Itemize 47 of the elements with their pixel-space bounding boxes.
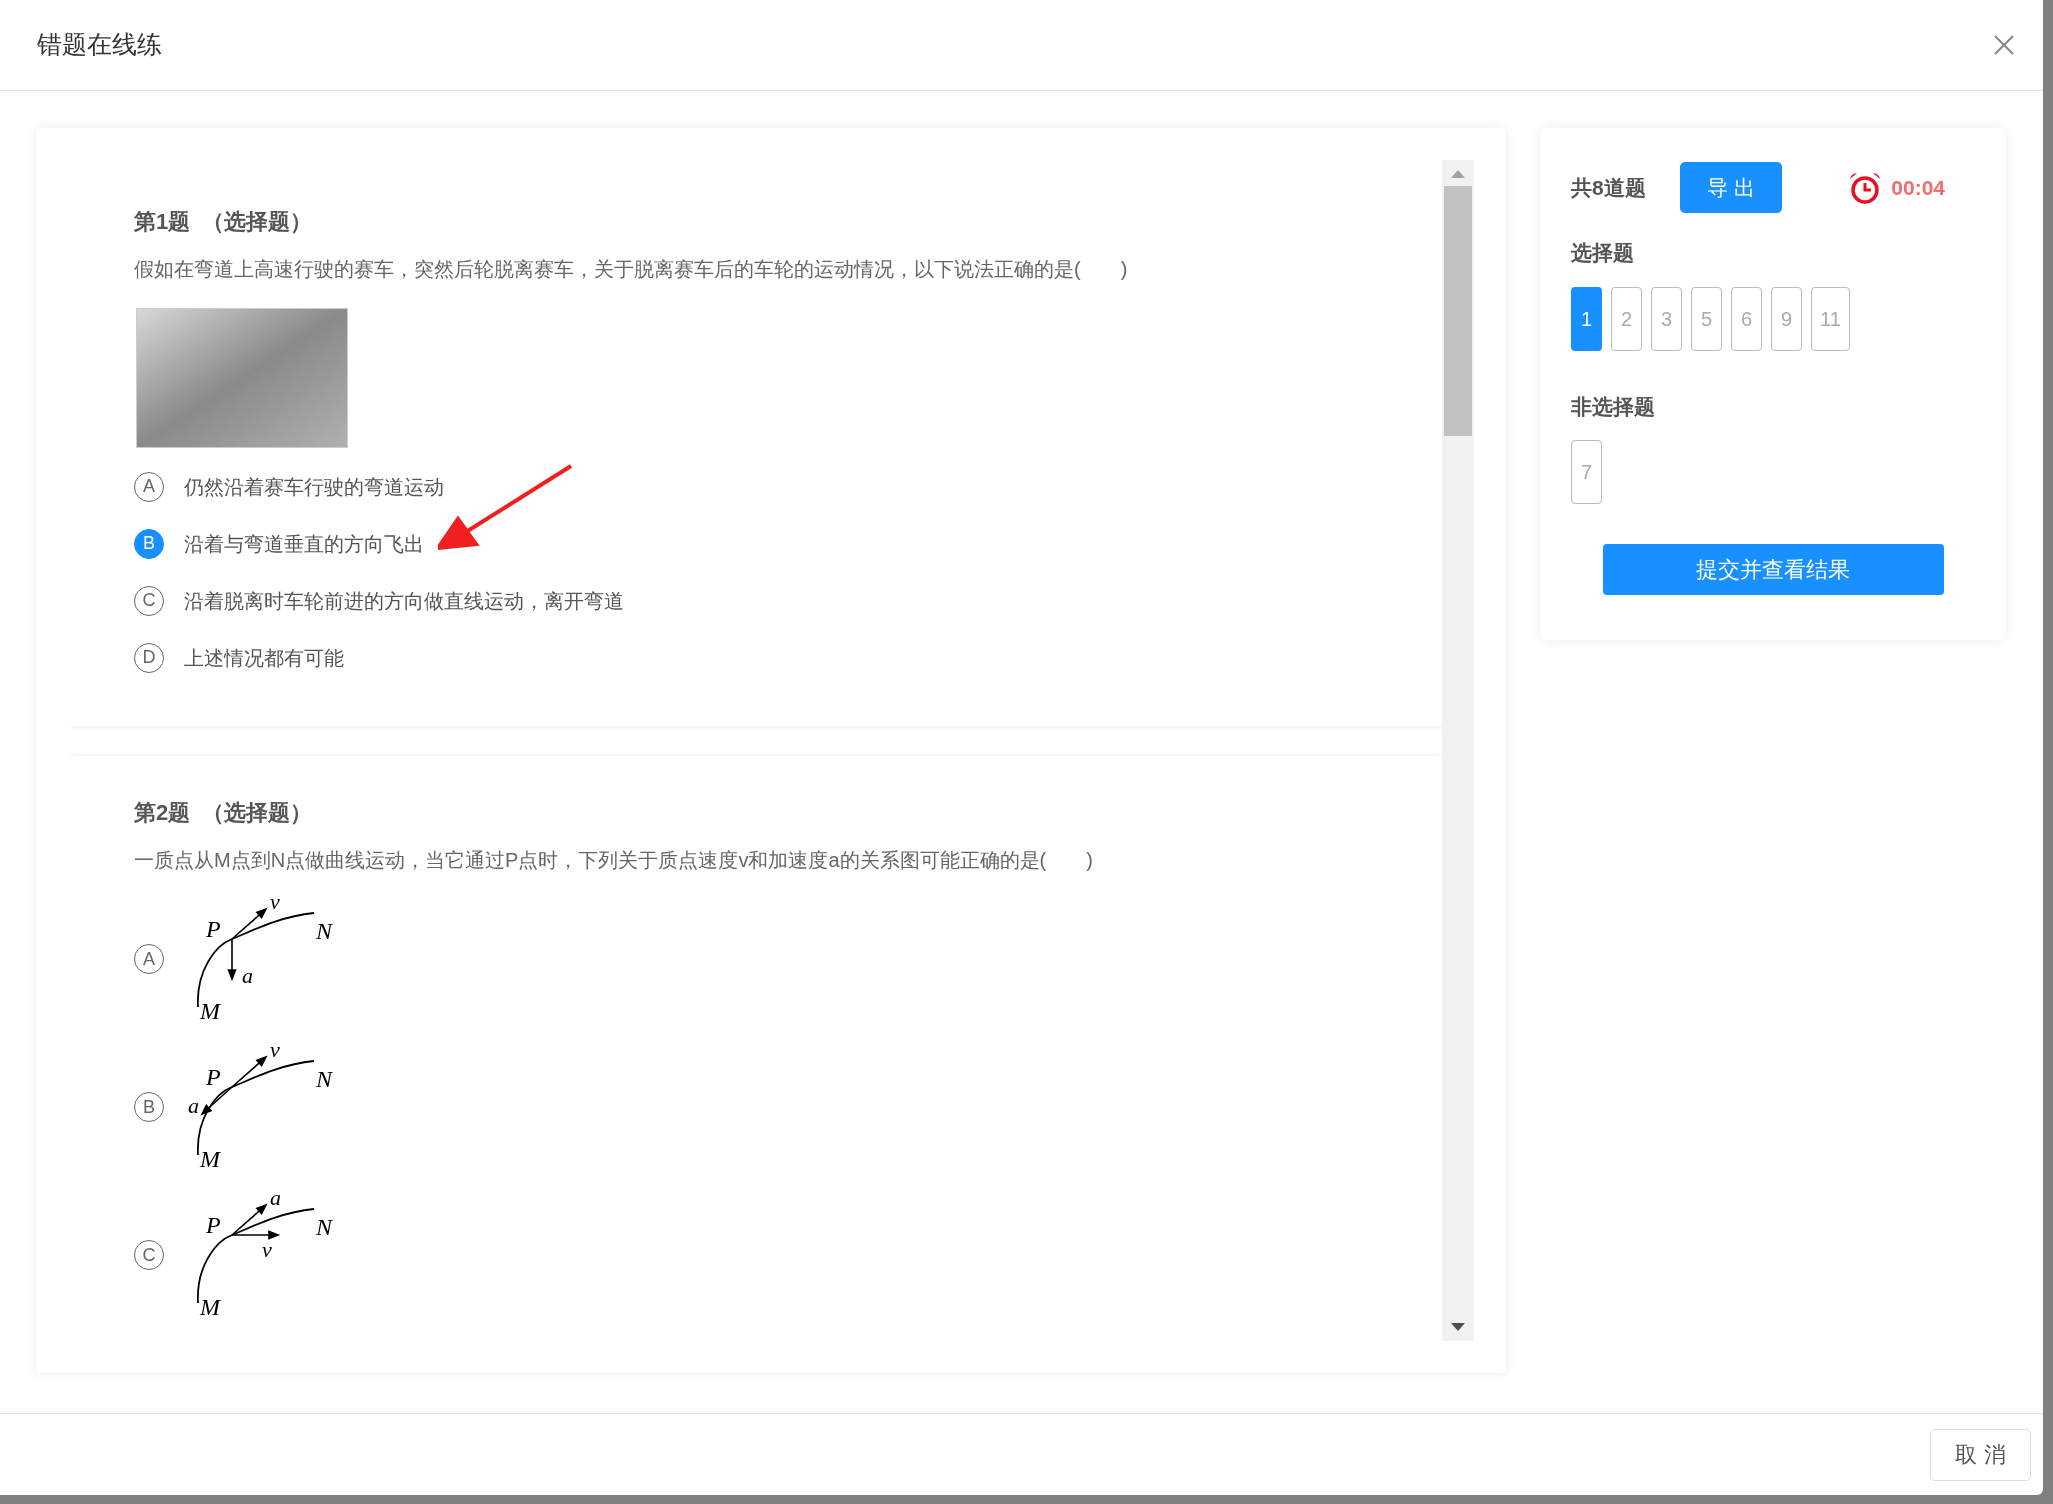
option-text: 沿着脱离时车轮前进的方向做直线运动，离开弯道: [184, 588, 624, 614]
point-label: M: [200, 998, 220, 1023]
vector-arrow: [231, 1056, 267, 1088]
question-number-button[interactable]: 1: [1571, 286, 1602, 351]
point-label: P: [206, 916, 221, 942]
option-text: 仍然沿着赛车行驶的弯道运动: [184, 474, 444, 500]
close-icon[interactable]: [1993, 34, 2015, 56]
vector-label: v: [262, 1237, 272, 1262]
answer-option[interactable]: C 沿着脱离时车轮前进的方向做直线运动，离开弯道: [134, 572, 1442, 629]
point-label: N: [316, 1066, 332, 1092]
vector-label: a: [188, 1093, 199, 1118]
point-label: P: [206, 1212, 221, 1238]
vector-label: a: [242, 963, 253, 988]
answer-option[interactable]: C P N M a v: [134, 1181, 1442, 1329]
answer-option[interactable]: D 上述情况都有可能: [134, 629, 1442, 686]
question-title: 第1题 （选择题）: [134, 208, 314, 236]
scroll-down-icon[interactable]: [1451, 1323, 1465, 1331]
vector-arrow: [201, 1086, 233, 1115]
option-text: 沿着与弯道垂直的方向飞出: [184, 531, 424, 557]
point-label: M: [200, 1146, 220, 1171]
timer: 00:04: [1891, 174, 1945, 201]
point-label: N: [316, 918, 332, 944]
vector-label: v: [270, 895, 280, 914]
dialog-title: 错题在线练: [37, 29, 162, 61]
option-text: 上述情况都有可能: [184, 645, 344, 671]
group-title: 非选择题: [1571, 393, 1656, 420]
submit-button[interactable]: 提交并查看结果: [1602, 544, 1944, 595]
point-label: M: [200, 1294, 220, 1319]
question-title: 第2题 （选择题）: [134, 799, 314, 827]
option-letter[interactable]: B: [134, 528, 164, 559]
answer-option[interactable]: B P N M v a: [134, 1033, 1442, 1181]
scrollbar[interactable]: [1442, 160, 1474, 1341]
point-label: P: [206, 1064, 221, 1090]
answer-option[interactable]: A 仍然沿着赛车行驶的弯道运动: [134, 458, 1442, 515]
export-button[interactable]: 导 出: [1679, 162, 1782, 213]
scrollbar-thumb[interactable]: [1444, 186, 1472, 436]
vector-label: v: [270, 1043, 280, 1062]
alarm-clock-icon: [1848, 170, 1883, 205]
cancel-button[interactable]: 取 消: [1930, 1428, 2031, 1481]
scroll-up-icon[interactable]: [1451, 170, 1465, 178]
question-count: 共8道题: [1571, 174, 1646, 201]
question-text: 假如在弯道上高速行驶的赛车，突然后轮脱离赛车，关于脱离赛车后的车轮的运动情况，以下说法正确的是( ): [134, 257, 1129, 282]
point-label: N: [316, 1214, 332, 1240]
question-text: 一质点从M点到N点做曲线运动，当它通过P点时，下列关于质点速度v和加速度a的关系图可能正确的是( ): [134, 848, 1094, 873]
vector-label: a: [270, 1191, 281, 1210]
group-title: 选择题: [1571, 240, 1635, 266]
answer-option[interactable]: B 沿着与弯道垂直的方向飞出: [134, 515, 1442, 572]
